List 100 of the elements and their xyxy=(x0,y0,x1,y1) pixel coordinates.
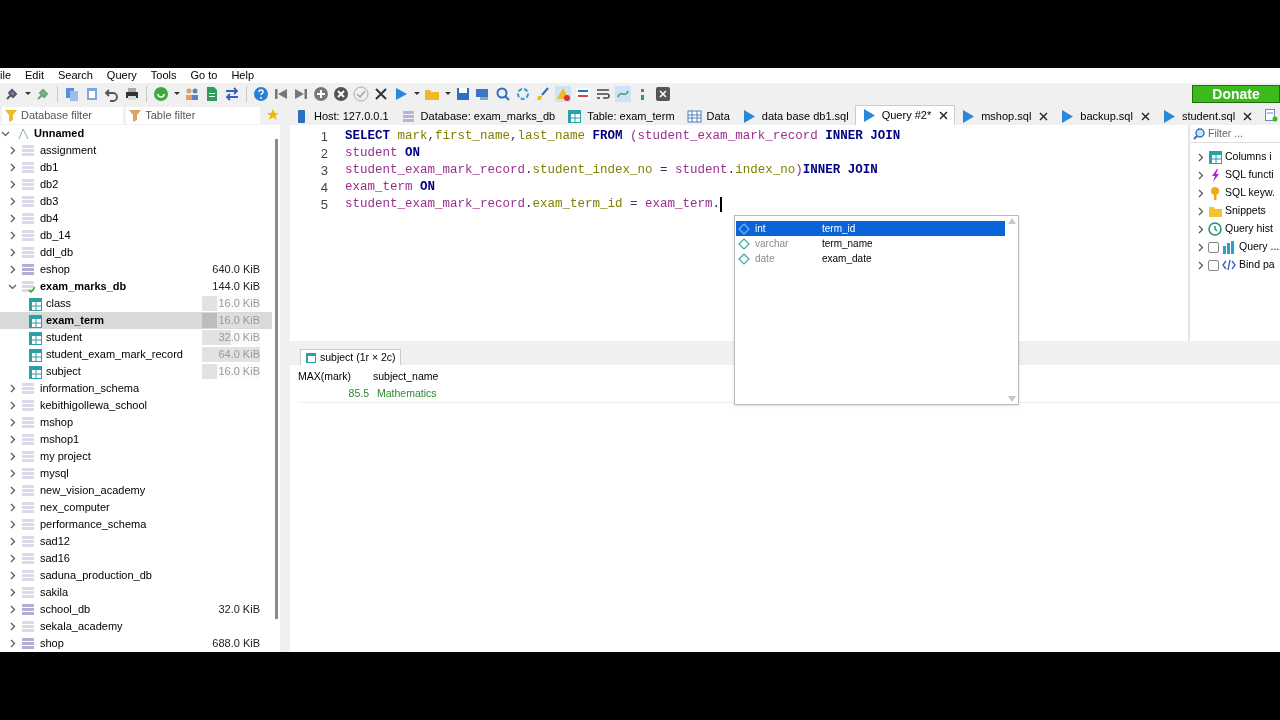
tree-item[interactable]: mshop1 xyxy=(40,431,80,448)
close-icon[interactable] xyxy=(1039,111,1049,121)
chevron-right-icon[interactable] xyxy=(8,248,17,257)
menu-item[interactable]: Tools xyxy=(150,68,177,84)
remove-icon[interactable] xyxy=(333,86,349,102)
tree-item[interactable]: SQL keyw. xyxy=(1225,185,1275,201)
chevron-right-icon[interactable] xyxy=(8,588,17,597)
chevron-down-icon[interactable] xyxy=(8,282,17,291)
close-icon[interactable] xyxy=(1140,111,1150,121)
transfer-icon[interactable] xyxy=(224,86,240,102)
tree-item[interactable]: sekala_academy xyxy=(40,618,123,635)
tab[interactable]: Data xyxy=(680,107,736,125)
tree-item[interactable]: shop xyxy=(40,635,64,652)
chevron-right-icon[interactable] xyxy=(8,469,17,478)
tree-item[interactable]: nex_computer xyxy=(40,499,110,516)
tree-item[interactable]: new_vision_academy xyxy=(40,482,146,499)
document-icon[interactable] xyxy=(204,86,220,102)
result-tab[interactable]: subject (1r × 2c) xyxy=(300,349,401,365)
wrap-icon[interactable] xyxy=(595,86,611,102)
tree-item[interactable]: exam_marks_db xyxy=(40,278,127,295)
menu-item[interactable]: Help xyxy=(231,68,255,84)
chevron-down-icon[interactable] xyxy=(1,129,10,138)
tree-item[interactable]: sakila xyxy=(40,584,69,601)
tree-row[interactable]: subject 16.0 KiB xyxy=(0,363,272,380)
tab[interactable]: Query #2* xyxy=(854,105,956,125)
close-icon[interactable] xyxy=(939,111,949,120)
tree-item[interactable]: Bind pa xyxy=(1239,257,1275,273)
suggestion-item[interactable]: date exam_date xyxy=(736,251,1005,266)
first-icon[interactable] xyxy=(273,86,289,102)
checkbox[interactable] xyxy=(1208,259,1219,271)
tree-row[interactable]: student 32.0 KiB xyxy=(0,329,272,346)
tree-item[interactable]: information_schema xyxy=(40,380,140,397)
chevron-right-icon[interactable] xyxy=(8,265,17,274)
tree-row[interactable]: student_exam_mark_record 64.0 KiB xyxy=(0,346,272,363)
chevron-right-icon[interactable] xyxy=(8,231,17,240)
suggestion-item[interactable]: int term_id xyxy=(736,221,1005,236)
tree-item[interactable]: Query hist xyxy=(1225,221,1273,237)
save-icon[interactable] xyxy=(455,86,471,102)
monitor-icon[interactable] xyxy=(475,86,491,102)
menu-item[interactable]: ile xyxy=(0,68,11,84)
tab[interactable]: mshop.sql xyxy=(955,107,1055,125)
last-icon[interactable] xyxy=(293,86,309,102)
check-icon[interactable] xyxy=(353,86,369,102)
new-tab-icon[interactable] xyxy=(1264,108,1279,122)
menu-item[interactable]: Query xyxy=(106,68,137,84)
chevron-right-icon[interactable] xyxy=(8,486,17,495)
checkbox[interactable] xyxy=(1208,241,1219,253)
chevron-right-icon[interactable] xyxy=(8,197,17,206)
copy-icon[interactable] xyxy=(64,86,80,102)
chevron-right-icon[interactable] xyxy=(8,146,17,155)
chevron-right-icon[interactable] xyxy=(8,418,17,427)
close-icon[interactable] xyxy=(1243,111,1253,121)
tree-row[interactable]: class 16.0 KiB xyxy=(0,295,272,312)
tree-item[interactable]: assignment xyxy=(40,142,97,159)
plug-icon[interactable] xyxy=(4,86,20,102)
tree-item[interactable]: sad16 xyxy=(40,550,70,567)
tree-row[interactable]: exam_term 16.0 KiB xyxy=(0,312,272,329)
suggestion-item[interactable]: varchar term_name xyxy=(736,236,1005,251)
chevron-right-icon[interactable] xyxy=(8,163,17,172)
tree-item[interactable]: db3 xyxy=(40,193,59,210)
chevron-right-icon[interactable] xyxy=(8,503,17,512)
chevron-right-icon[interactable] xyxy=(8,639,17,648)
close-icon[interactable] xyxy=(373,86,389,102)
warning-icon[interactable] xyxy=(555,86,571,102)
tab[interactable]: Table: exam_term xyxy=(561,107,681,125)
close-icon[interactable] xyxy=(655,86,671,102)
chevron-right-icon[interactable] xyxy=(8,180,17,189)
menu-item[interactable]: Edit xyxy=(25,68,44,84)
tree-item[interactable]: Unnamed xyxy=(34,125,85,142)
chevron-right-icon[interactable] xyxy=(8,537,17,546)
column-header[interactable]: MAX(mark) xyxy=(298,368,373,385)
chevron-right-icon[interactable] xyxy=(8,214,17,223)
chevron-right-icon[interactable] xyxy=(8,520,17,529)
chevron-right-icon[interactable] xyxy=(8,622,17,631)
tree-item[interactable]: db1 xyxy=(40,159,59,176)
tree-item[interactable]: my project xyxy=(40,448,91,465)
tree-item[interactable]: eshop xyxy=(40,261,70,278)
tree-item[interactable]: db2 xyxy=(40,176,59,193)
table-filter-field[interactable]: Table filter xyxy=(126,106,261,124)
tree-item[interactable]: Query ... xyxy=(1239,239,1280,255)
tree-item[interactable]: Columns i xyxy=(1225,149,1272,165)
tree-item[interactable]: saduna_production_db xyxy=(40,567,152,584)
tab[interactable]: Host: 127.0.0.1 xyxy=(288,107,395,125)
star-icon[interactable] xyxy=(266,108,280,122)
tree-item[interactable]: performance_schema xyxy=(40,516,147,533)
tree-item[interactable]: ddl_db xyxy=(40,244,74,261)
menu-item[interactable]: Search xyxy=(58,68,93,84)
tree-item[interactable]: sad12 xyxy=(40,533,70,550)
chevron-right-icon[interactable] xyxy=(8,435,17,444)
tree-item[interactable]: db4 xyxy=(40,210,59,227)
undo-icon[interactable] xyxy=(104,86,120,102)
tree-item[interactable]: Snippets xyxy=(1225,203,1266,219)
chevron-right-icon[interactable] xyxy=(8,452,17,461)
menu-item[interactable]: Go to xyxy=(190,68,218,84)
tab[interactable]: backup.sql xyxy=(1054,107,1156,125)
brush-icon[interactable] xyxy=(535,86,551,102)
tree-item[interactable]: school_db xyxy=(40,601,91,618)
tab[interactable]: Database: exam_marks_db xyxy=(394,107,562,125)
scrollbar-thumb[interactable] xyxy=(274,139,278,619)
tree-item[interactable]: mysql xyxy=(40,465,69,482)
